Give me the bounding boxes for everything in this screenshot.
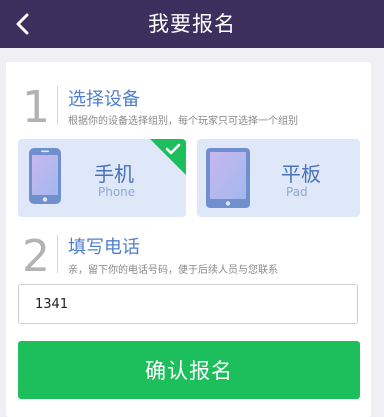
step-2-subtitle: 亲，留下你的电话号码，便于后续人员与您联系: [68, 265, 278, 276]
step-2-divider: [57, 235, 58, 273]
device-pad-label: 平板: [281, 162, 321, 186]
device-option-phone[interactable]: 手机 Phone: [18, 139, 186, 217]
device-pad-sublabel: Pad: [286, 185, 308, 199]
device-phone-sublabel: Phone: [98, 185, 136, 199]
device-phone-label: 手机: [94, 162, 134, 186]
step-1-number: 1: [22, 82, 50, 133]
confirm-signup-button[interactable]: 确认报名: [18, 341, 360, 399]
device-option-pad[interactable]: 平板 Pad: [197, 139, 360, 217]
selected-check-icon: [150, 139, 186, 175]
phone-input[interactable]: [18, 284, 358, 324]
step-2-number: 2: [22, 231, 50, 282]
tablet-icon: [206, 148, 250, 208]
phone-icon: [29, 148, 61, 204]
step-1-subtitle: 根据你的设备选择组别，每个玩家只可选择一个组别: [68, 116, 298, 127]
step-2-title: 填写电话: [68, 237, 140, 258]
step-1-title: 选择设备: [68, 89, 140, 110]
step-1-divider: [57, 86, 58, 124]
page-title: 我要报名: [148, 12, 236, 36]
header-bar: 我要报名: [0, 0, 384, 48]
